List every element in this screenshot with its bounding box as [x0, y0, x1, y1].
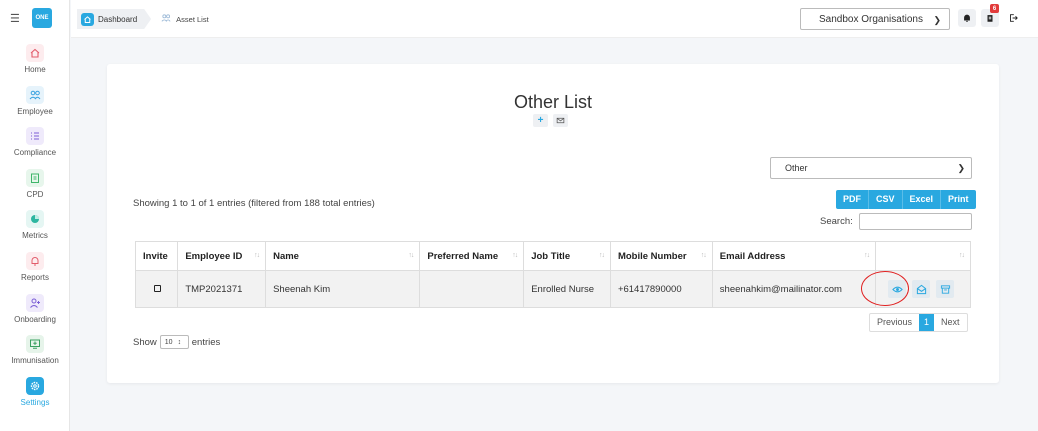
col-mobile-number[interactable]: Mobile Number ↑↓: [609, 241, 713, 271]
bell-icon: [26, 251, 44, 270]
next-page-button[interactable]: Next: [934, 314, 967, 331]
view-button[interactable]: [888, 280, 907, 298]
col-job-title[interactable]: Job Title ↑↓: [523, 241, 611, 271]
sidebar-item-settings[interactable]: Settings: [0, 376, 70, 419]
send-email-button[interactable]: [912, 280, 931, 298]
title-actions: +: [533, 114, 568, 127]
pagination: Previous 1 Next: [869, 313, 968, 332]
bell-icon: [964, 14, 970, 22]
actions-cell: [875, 270, 971, 308]
csv-button[interactable]: CSV: [869, 190, 903, 209]
breadcrumb: Dashboard Asset List: [77, 9, 209, 29]
users-icon: [161, 13, 171, 25]
breadcrumb-current: Asset List: [151, 13, 209, 25]
mail-open-icon: [916, 284, 926, 294]
col-name[interactable]: Name ↑↓: [265, 241, 421, 271]
hamburger-icon[interactable]: ☰: [10, 12, 22, 25]
col-employee-id[interactable]: Employee ID ↑↓: [177, 241, 267, 271]
print-button[interactable]: Print: [941, 190, 976, 209]
monitor-plus-icon: [26, 335, 44, 354]
content-card: Other List + Other ❯ PDF CSV Excel Print…: [107, 64, 999, 383]
page-length-select[interactable]: 10 ↕: [159, 335, 189, 349]
invite-checkbox[interactable]: [154, 284, 161, 292]
excel-button[interactable]: Excel: [903, 190, 942, 209]
tasks-button[interactable]: 6: [981, 4, 999, 27]
sidebar-nav: Home Employee Compliance CPD Metrics Rep…: [0, 44, 70, 418]
home-icon: [81, 13, 94, 26]
plus-icon: +: [537, 115, 544, 126]
sidebar: ☰ ONE Home Employee Compliance CPD Metri…: [0, 0, 70, 431]
sort-icon: ↑↓: [959, 252, 965, 259]
gear-icon: [26, 376, 44, 395]
sidebar-item-cpd[interactable]: CPD: [0, 168, 70, 211]
job-title-cell: Enrolled Nurse: [523, 270, 611, 308]
sort-icon: ↑↓: [864, 252, 870, 259]
logout-icon: [1010, 14, 1018, 22]
col-actions[interactable]: ↑↓: [875, 241, 971, 271]
sort-icon: ↑↓: [700, 252, 707, 259]
top-bar: Dashboard Asset List Sandbox Organisatio…: [71, 0, 1038, 38]
home-icon: [26, 44, 44, 62]
mail-icon: [556, 117, 565, 124]
data-table: Invite Employee ID ↑↓ Name ↑↓ Preferred Na…: [134, 241, 971, 308]
email-button[interactable]: [553, 114, 568, 127]
table-info: Showing 1 to 1 of 1 entries (filtered fr…: [133, 198, 375, 209]
breadcrumb-dashboard[interactable]: Dashboard: [77, 9, 151, 29]
col-email-address[interactable]: Email Address ↑↓: [711, 241, 877, 271]
clipboard-icon: [987, 15, 993, 22]
chevron-down-icon: ❯: [933, 15, 941, 25]
updown-icon: ↕: [177, 338, 182, 346]
sidebar-item-employee[interactable]: Employee: [0, 85, 70, 128]
sidebar-item-metrics[interactable]: Metrics: [0, 210, 70, 252]
eye-icon: [891, 286, 903, 292]
col-preferred-name[interactable]: Preferred Name ↑↓: [419, 241, 525, 271]
sort-icon: ↑↓: [408, 252, 414, 259]
pie-icon: [26, 210, 44, 229]
page-length: Show 10 ↕ entries: [133, 335, 221, 349]
logout-button[interactable]: [1004, 9, 1022, 27]
clipboard-icon: [26, 168, 44, 187]
email-cell: sheenahkim@mailinator.com: [711, 270, 877, 308]
pdf-button[interactable]: PDF: [836, 190, 869, 209]
page-1-button[interactable]: 1: [919, 314, 935, 331]
employee-id-cell: TMP2021371: [177, 270, 267, 308]
invite-cell: [134, 270, 179, 308]
sidebar-item-reports[interactable]: Reports: [0, 251, 70, 294]
search-input[interactable]: [859, 213, 972, 230]
name-cell: Sheenah Kim: [265, 270, 421, 308]
previous-page-button[interactable]: Previous: [870, 314, 919, 331]
list-type-select[interactable]: Other ❯: [770, 157, 972, 179]
col-invite: Invite: [134, 241, 179, 271]
table-row: TMP2021371 Sheenah Kim Enrolled Nurse +6…: [134, 270, 971, 308]
export-buttons: PDF CSV Excel Print: [836, 190, 976, 209]
tasks-badge: 6: [990, 4, 999, 13]
users-icon: [26, 85, 44, 104]
sidebar-item-onboarding[interactable]: Onboarding: [0, 293, 70, 336]
search-label: Search:: [820, 216, 853, 227]
sort-icon: ↑↓: [254, 252, 260, 259]
logo[interactable]: ONE: [32, 8, 52, 28]
page-title: Other List: [513, 92, 593, 112]
sidebar-item-compliance[interactable]: Compliance: [0, 127, 70, 169]
preferred-name-cell: [419, 270, 525, 308]
list-icon: [26, 127, 44, 146]
sort-icon: ↑↓: [598, 252, 605, 259]
chevron-down-icon: ❯: [957, 163, 965, 173]
user-plus-icon: [26, 293, 44, 312]
notifications-button[interactable]: [958, 9, 976, 27]
sidebar-item-immunisation[interactable]: Immunisation: [0, 335, 70, 377]
mobile-cell: +61417890000: [609, 270, 713, 308]
archive-button[interactable]: [936, 280, 955, 298]
table-header-row: Invite Employee ID ↑↓ Name ↑↓ Preferred Na…: [134, 241, 971, 271]
add-button[interactable]: +: [533, 114, 548, 127]
sidebar-item-home[interactable]: Home: [0, 44, 70, 86]
archive-icon: [940, 284, 950, 294]
organisation-select[interactable]: Sandbox Organisations ❯: [800, 8, 950, 30]
sort-icon: ↑↓: [512, 252, 518, 259]
